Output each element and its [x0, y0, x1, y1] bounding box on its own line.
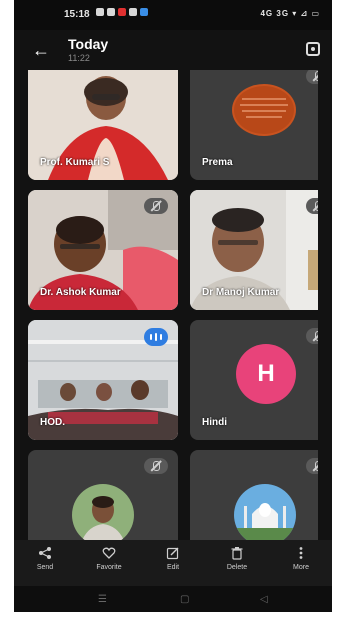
participant-tile[interactable]: H Hindi	[190, 320, 318, 440]
delete-label: Delete	[226, 564, 248, 571]
speaking-indicator-icon	[144, 328, 168, 346]
lens-icon[interactable]	[306, 42, 320, 56]
page-title: Today	[68, 36, 109, 52]
youtube-icon	[118, 8, 126, 16]
arrow-left-icon[interactable]: ←	[32, 40, 50, 61]
participant-tile[interactable]	[28, 450, 178, 540]
participant-avatar	[234, 484, 296, 540]
participant-grid: Prof. Kumari S Prema Dr. Ashok Kumar Dr …	[28, 70, 318, 540]
participant-name: Dr Manoj Kumar	[202, 287, 280, 298]
back-nav-icon[interactable]: ◁	[260, 594, 268, 605]
favorite-label: Favorite	[96, 564, 122, 571]
edit-label: Edit	[166, 564, 180, 571]
bottom-toolbar: Send Favorite Edit Delete More	[14, 540, 332, 586]
edit-icon	[166, 547, 179, 560]
mic-off-icon	[306, 198, 318, 214]
menu-nav-icon[interactable]: ☰	[98, 594, 107, 605]
mic-off-icon	[144, 198, 168, 214]
app-notification-icon	[140, 8, 148, 16]
location-icon	[96, 8, 104, 16]
participant-tile[interactable]: Dr. Ashok Kumar	[28, 190, 178, 310]
status-time: 15:18	[64, 9, 90, 20]
participant-tile[interactable]: Prema	[190, 70, 318, 180]
gallery-icon	[129, 8, 137, 16]
mic-off-icon	[144, 458, 168, 474]
participant-tile[interactable]	[190, 450, 318, 540]
participant-name: Hindi	[202, 417, 227, 428]
more-label: More	[293, 564, 309, 571]
participant-name: Dr. Ashok Kumar	[40, 287, 121, 298]
send-label: Send	[36, 564, 54, 571]
app-bar: ← Today 11:22	[14, 30, 332, 70]
participant-tile[interactable]: HOD.	[28, 320, 178, 440]
participant-avatar	[72, 484, 134, 540]
participant-name: Prema	[202, 157, 233, 168]
mic-off-icon	[306, 328, 318, 344]
status-bar: 15:18 4G 3G ▾ ⊿ ▭	[14, 0, 332, 30]
notification-icons	[96, 8, 148, 16]
app-icon	[107, 8, 115, 16]
status-right: 4G 3G ▾ ⊿ ▭	[260, 9, 320, 18]
home-nav-icon[interactable]: ▢	[180, 594, 189, 605]
page-subtitle: 11:22	[68, 53, 90, 63]
mic-off-icon	[306, 458, 318, 474]
delete-button[interactable]: Delete	[212, 546, 262, 571]
phone-screen: 15:18 4G 3G ▾ ⊿ ▭ ← Today 11:22 Prof. Ku…	[14, 0, 332, 612]
participant-name: HOD.	[40, 417, 65, 428]
participant-tile[interactable]: Prof. Kumari S	[28, 70, 178, 180]
edit-button[interactable]: Edit	[148, 546, 198, 571]
participant-tile[interactable]: Dr Manoj Kumar	[190, 190, 318, 310]
participant-name: Prof. Kumari S	[40, 157, 110, 168]
share-icon	[39, 547, 51, 559]
send-button[interactable]: Send	[20, 546, 70, 571]
system-nav-bar: ☰ ▢ ◁	[14, 586, 332, 612]
heart-icon	[102, 547, 116, 559]
participant-avatar-letter: H	[236, 344, 296, 404]
favorite-button[interactable]: Favorite	[84, 546, 134, 571]
more-button[interactable]: More	[276, 546, 326, 571]
trash-icon	[231, 547, 243, 560]
more-vertical-icon	[299, 547, 303, 559]
